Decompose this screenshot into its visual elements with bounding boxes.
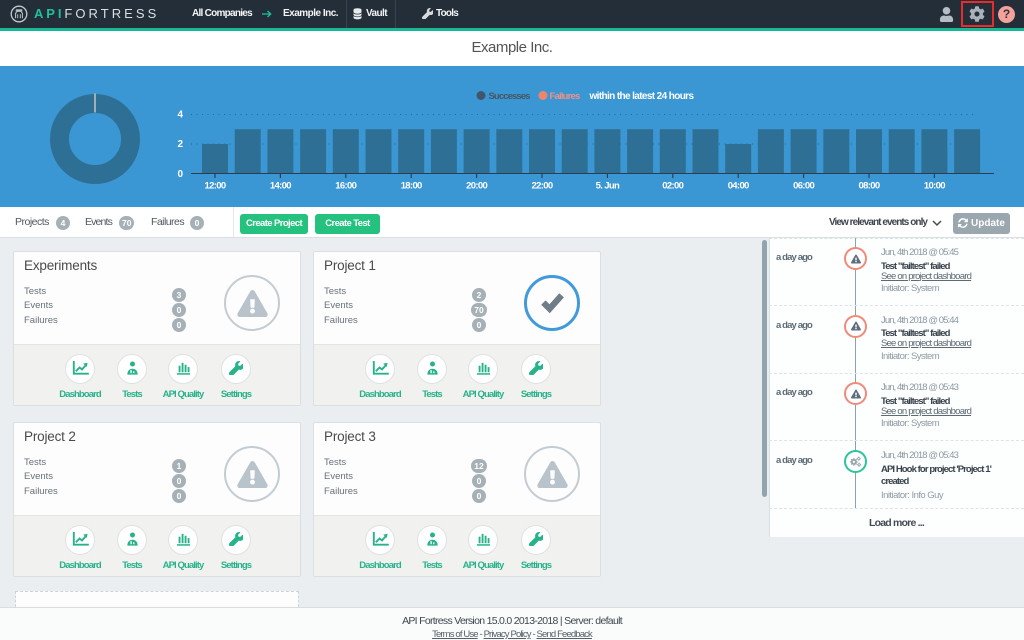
svg-text:04:00: 04:00	[728, 181, 749, 192]
svg-text:18:00: 18:00	[401, 181, 422, 192]
svg-text:4: 4	[177, 110, 183, 121]
svg-text:5. Jun: 5. Jun	[596, 181, 620, 192]
svg-text:Failures: Failures	[550, 91, 580, 102]
svg-text:within the latest 24 hours: within the latest 24 hours	[589, 91, 695, 102]
svg-text:20:00: 20:00	[466, 181, 487, 192]
svg-text:22:00: 22:00	[532, 181, 553, 192]
svg-text:Successes: Successes	[489, 91, 531, 102]
svg-text:12:00: 12:00	[205, 181, 226, 192]
svg-text:06:00: 06:00	[793, 181, 814, 192]
svg-text:2: 2	[177, 139, 183, 150]
svg-text:10:00: 10:00	[924, 181, 945, 192]
svg-text:16:00: 16:00	[335, 181, 356, 192]
svg-text:02:00: 02:00	[662, 181, 683, 192]
svg-text:0: 0	[177, 169, 183, 180]
svg-text:14:00: 14:00	[270, 181, 291, 192]
svg-text:08:00: 08:00	[859, 181, 880, 192]
